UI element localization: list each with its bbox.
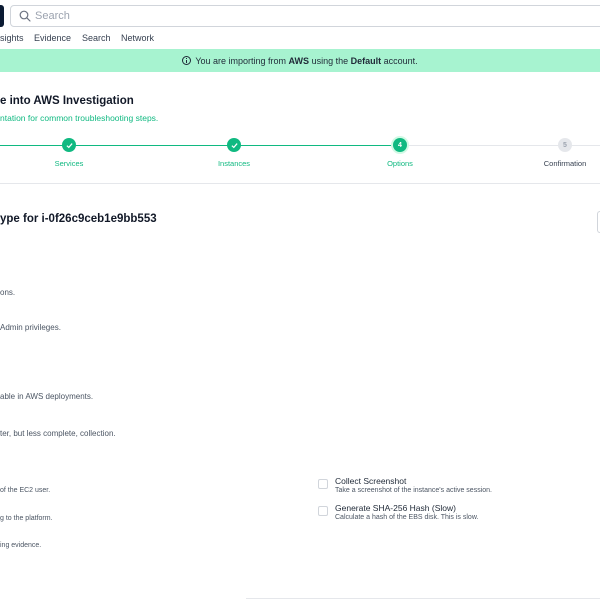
step-services-label: Services (54, 159, 84, 168)
step-instances-circle[interactable] (227, 138, 241, 152)
option-description: ing evidence. (0, 542, 42, 549)
app-logo[interactable] (0, 5, 4, 27)
stepper-progress-line (0, 145, 400, 146)
collect-screenshot-title: Collect Screenshot (335, 476, 407, 486)
nav-item-insights[interactable]: sights (0, 33, 24, 43)
check-icon (230, 142, 238, 148)
step-options-label: Options (387, 159, 413, 168)
step-confirmation-label: Confirmation (543, 159, 587, 168)
option-description: ter, but less complete, collection. (0, 429, 116, 438)
option-description: of the EC2 user. (0, 487, 51, 494)
generate-hash-title: Generate SHA-256 Hash (Slow) (335, 503, 456, 513)
banner-text-mid: using the (311, 55, 349, 66)
section-divider (0, 183, 600, 184)
step-options-circle[interactable]: 4 (393, 138, 407, 152)
progress-stepper: Services Instances 4 Options 5 Confirmat… (0, 136, 600, 170)
collection-type-title: ype for i-0f26c9ceb1e9bb553 (0, 213, 157, 225)
option-description: able in AWS deployments. (0, 392, 94, 401)
footer-divider (246, 598, 600, 599)
banner-source: AWS (288, 55, 310, 66)
import-banner: You are importing from AWS using the Def… (0, 49, 600, 72)
option-description: g to the platform. (0, 515, 53, 522)
step-services-circle[interactable] (62, 138, 76, 152)
collect-screenshot-checkbox[interactable] (318, 479, 328, 489)
search-input[interactable] (35, 8, 435, 24)
check-icon (65, 142, 73, 148)
nav-item-network[interactable]: Network (121, 33, 154, 43)
documentation-link[interactable]: ntation for common troubleshooting steps… (0, 113, 158, 123)
top-bar (0, 0, 600, 30)
info-icon (182, 56, 192, 65)
step-confirmation-circle: 5 (558, 138, 572, 152)
collect-screenshot-description: Take a screenshot of the instance's acti… (335, 487, 492, 494)
main-nav: sights Evidence Search Network (0, 30, 600, 48)
generate-hash-description: Calculate a hash of the EBS disk. This i… (335, 514, 479, 521)
search-box[interactable] (10, 5, 600, 27)
banner-account: Default (350, 55, 382, 66)
search-icon (19, 10, 31, 22)
option-description: ons. (0, 288, 16, 297)
step-instances-label: Instances (217, 159, 251, 168)
generate-hash-checkbox[interactable] (318, 506, 328, 516)
nav-item-search[interactable]: Search (82, 33, 111, 43)
option-description: Admin privileges. (0, 323, 61, 332)
page-title: e into AWS Investigation (0, 95, 134, 107)
banner-text-pre: You are importing from (195, 55, 287, 66)
nav-item-evidence[interactable]: Evidence (34, 33, 71, 43)
banner-text-post: account. (383, 55, 418, 66)
